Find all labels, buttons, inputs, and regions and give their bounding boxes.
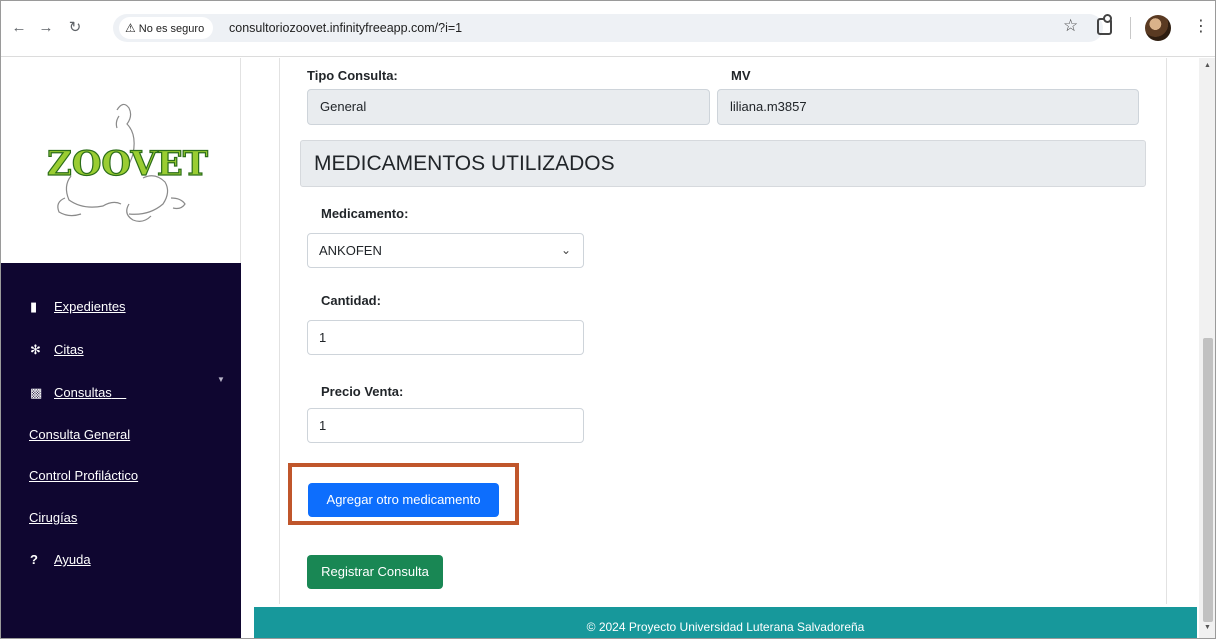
toolbar-divider <box>1130 17 1131 39</box>
cantidad-label: Cantidad: <box>321 293 381 308</box>
scrollbar-thumb[interactable] <box>1203 338 1213 622</box>
sidebar-item-ayuda[interactable]: ? Ayuda <box>30 552 91 567</box>
sidebar-item-citas[interactable]: ✻ Citas <box>30 342 84 358</box>
question-circle-icon: ? <box>30 552 38 567</box>
security-chip[interactable]: ⚠ No es seguro <box>119 17 214 39</box>
security-label: No es seguro <box>138 23 205 35</box>
sidebar-item-label: Citas <box>54 342 84 357</box>
zoovet-logo: ZOOVET <box>46 103 209 222</box>
puzzle-icon: ✻ <box>30 342 41 357</box>
back-icon[interactable]: ← <box>9 18 29 38</box>
browser-window: ← → ↻ ⚠ No es seguro consultoriozoovet.in… <box>0 0 1216 639</box>
extensions-icon[interactable] <box>1097 14 1112 35</box>
precio-venta-input[interactable]: 1 <box>307 408 584 443</box>
chevron-down-icon: ⌄ <box>560 243 571 257</box>
sidebar-item-expedientes[interactable]: ▮ Expedientes <box>30 299 126 315</box>
tipo-consulta-field[interactable]: General <box>307 89 710 125</box>
address-bar[interactable]: ⚠ No es seguro consultoriozoovet.infinity… <box>113 14 1103 42</box>
sidebar-item-label: Consultas <box>54 385 112 400</box>
cantidad-input[interactable]: 1 <box>307 320 584 355</box>
sidebar-subitem-cirugias[interactable]: Cirugías <box>29 510 77 525</box>
bar-chart-icon: ▩ <box>30 385 43 400</box>
tipo-consulta-label: Tipo Consulta: <box>307 68 398 83</box>
medicamento-selected-value: ANKOFEN <box>319 243 382 258</box>
section-header: MEDICAMENTOS UTILIZADOS <box>300 140 1146 187</box>
add-medication-button[interactable]: Agregar otro medicamento <box>308 483 499 517</box>
forward-icon[interactable]: → <box>36 18 56 38</box>
menu-kebab-icon[interactable]: ⋮ <box>1193 17 1209 37</box>
scroll-up-icon[interactable]: ▲ <box>1204 62 1211 69</box>
precio-venta-label: Precio Venta: <box>321 384 404 399</box>
warning-icon: ⚠ <box>125 21 136 35</box>
logo-area: ZOOVET <box>1 58 241 263</box>
chevron-down-icon[interactable]: ▼ <box>217 375 225 384</box>
medicamento-select[interactable]: ANKOFEN ⌄ <box>307 233 584 268</box>
logo-text: ZOOVET <box>47 144 208 184</box>
sidebar: ZOOVET ▮ Expedientes ✻ Citas ▩ Consultas ▼ … <box>1 58 241 638</box>
mv-label: MV <box>731 68 751 83</box>
mv-field[interactable]: liliana.m3857 <box>717 89 1139 125</box>
browser-toolbar: ← → ↻ ⚠ No es seguro consultoriozoovet.in… <box>1 1 1215 57</box>
sidebar-nav: ▮ Expedientes ✻ Citas ▩ Consultas ▼ Consult… <box>1 263 241 638</box>
vertical-scrollbar[interactable]: ▲ ▼ <box>1199 58 1215 638</box>
profile-avatar[interactable] <box>1145 15 1171 41</box>
sidebar-item-consultas[interactable]: ▩ Consultas <box>30 385 126 401</box>
bookmark-star-icon[interactable]: ☆ <box>1063 16 1078 36</box>
reload-icon[interactable]: ↻ <box>65 18 85 38</box>
clipboard-icon: ▮ <box>30 299 38 314</box>
sidebar-subitem-control-profilactico[interactable]: Control Profiláctico <box>29 468 138 483</box>
scroll-down-icon[interactable]: ▼ <box>1204 624 1211 631</box>
medicamento-label: Medicamento: <box>321 206 409 221</box>
sidebar-subitem-consulta-general[interactable]: Consulta General <box>29 427 130 442</box>
footer: © 2024 Proyecto Universidad Luterana Sal… <box>254 607 1197 638</box>
register-consultation-button[interactable]: Registrar Consulta <box>307 555 443 589</box>
url-text[interactable]: consultoriozoovet.infinityfreeapp.com/?i… <box>229 14 462 42</box>
main-content: Tipo Consulta: General MV liliana.m3857 … <box>241 58 1199 638</box>
sidebar-item-label: Expedientes <box>54 299 126 314</box>
sidebar-item-label: Ayuda <box>54 552 91 567</box>
